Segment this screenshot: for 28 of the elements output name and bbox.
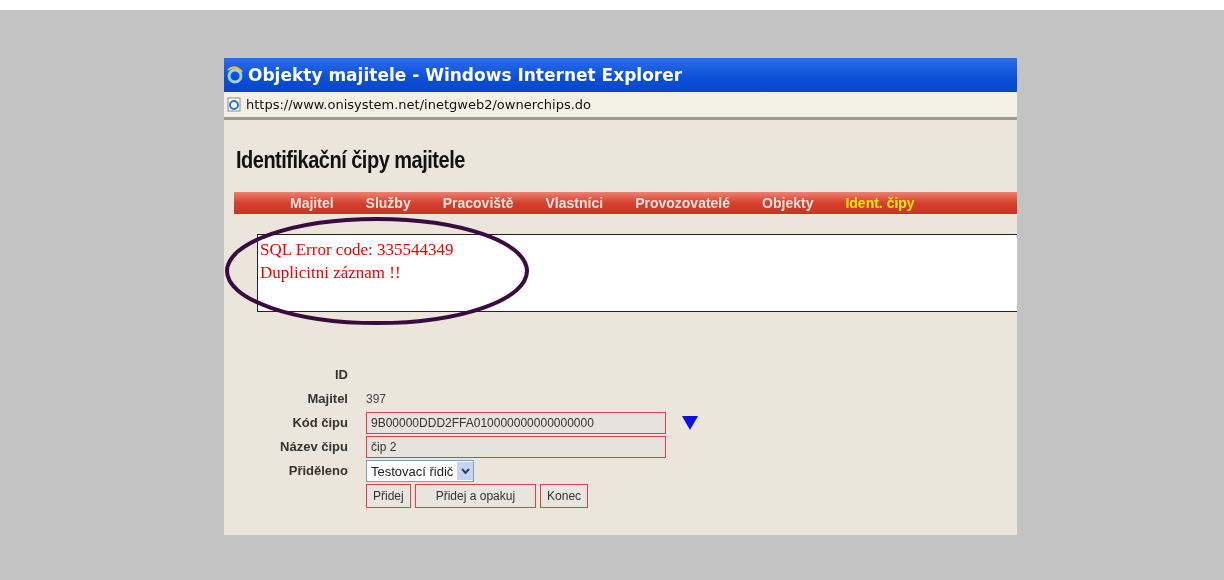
page-icon [227, 97, 241, 112]
field-label: Kód čipu [291, 414, 348, 432]
nav-tab[interactable]: Vlastníci [529, 192, 620, 214]
chevron-down-icon [460, 468, 470, 474]
field-label: Název čipu [279, 438, 348, 456]
browser-logo-icon [226, 66, 244, 84]
add-button[interactable]: Přidej [366, 484, 411, 508]
nav-tab[interactable]: Služby [349, 192, 427, 214]
nav-tab[interactable]: Ident. čipy [829, 192, 931, 214]
window-title: Objekty majitele - Windows Internet Explorer [248, 65, 683, 85]
error-message: Duplicitni záznam !! [260, 262, 402, 284]
field-value: 397 [366, 391, 387, 408]
nav-tab[interactable]: Pracoviště [426, 192, 530, 214]
end-button[interactable]: Konec [540, 484, 589, 508]
input-field[interactable]: čip 2 [366, 436, 666, 458]
select-field[interactable]: Testovací řidič [366, 460, 475, 482]
field-label: Majitel [306, 390, 348, 408]
field-label: Přiděleno [287, 462, 348, 480]
nav-tab[interactable]: Majitel [274, 192, 350, 214]
dropdown-triangle-icon[interactable] [682, 416, 698, 430]
error-message: SQL Error code: 335544349 [260, 239, 455, 261]
page-heading: Identifikační čipy majitele [235, 145, 466, 175]
field-label: ID [334, 366, 348, 384]
nav-tab[interactable]: Objekty [746, 192, 830, 214]
add-repeat-button[interactable]: Přidej a opakuj [414, 484, 537, 508]
nav-tab[interactable]: Provozovatelé [619, 192, 747, 214]
url-text: https://www.onisystem.net/inetgweb2/ownerchips.do [246, 97, 592, 112]
input-field[interactable]: 9B00000DDD2FFA010000000000000000 [366, 412, 666, 434]
